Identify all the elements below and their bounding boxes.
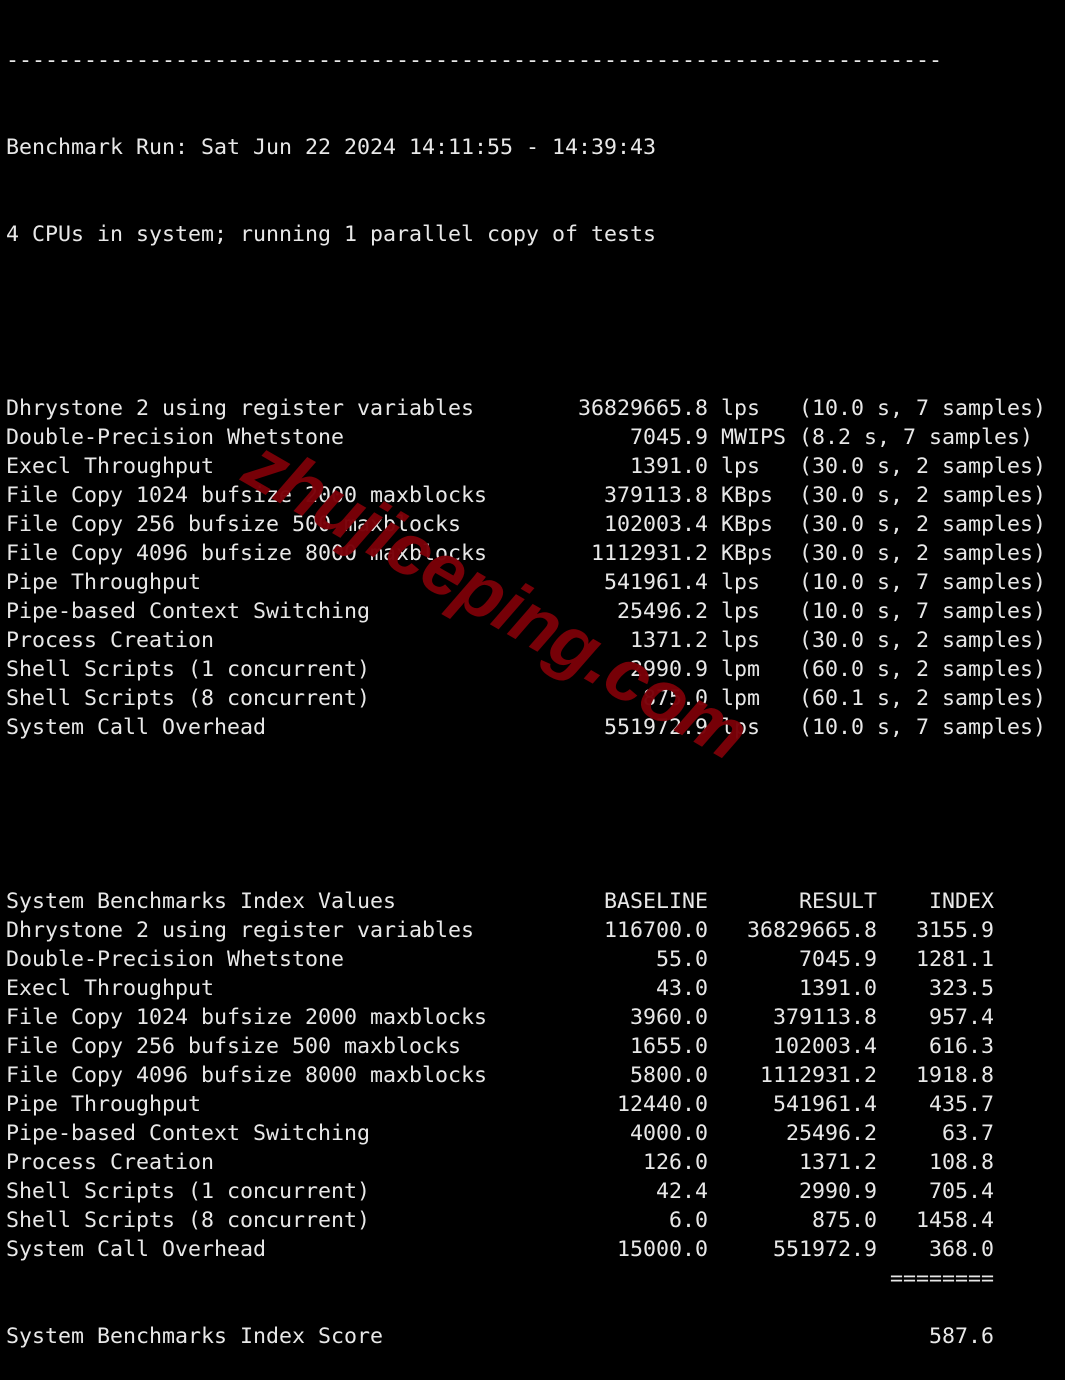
index-header-row: System Benchmarks Index Values BASELINE … bbox=[6, 889, 995, 914]
index-row: Pipe-based Context Switching 4000.0 2549… bbox=[6, 1121, 995, 1146]
benchmark-run-line: Benchmark Run: Sat Jun 22 2024 14:11:55 … bbox=[6, 135, 657, 160]
index-score-row: System Benchmarks Index Score 587.6 bbox=[6, 1324, 995, 1349]
terminal-output: ----------------------------------------… bbox=[6, 0, 1046, 1380]
result-row: Double-Precision Whetstone 7045.9 MWIPS … bbox=[6, 425, 1034, 450]
index-total-rule: ======== bbox=[6, 1266, 995, 1291]
separator-line: ----------------------------------------… bbox=[6, 48, 943, 73]
index-row: File Copy 1024 bufsize 2000 maxblocks 39… bbox=[6, 1005, 995, 1030]
result-row: File Copy 4096 bufsize 8000 maxblocks 11… bbox=[6, 541, 1047, 566]
result-row: File Copy 1024 bufsize 2000 maxblocks 37… bbox=[6, 483, 1047, 508]
result-row: Shell Scripts (8 concurrent) 875.0 lpm (… bbox=[6, 686, 1047, 711]
result-row: Execl Throughput 1391.0 lps (30.0 s, 2 s… bbox=[6, 454, 1047, 479]
index-row: File Copy 4096 bufsize 8000 maxblocks 58… bbox=[6, 1063, 995, 1088]
index-row: Shell Scripts (8 concurrent) 6.0 875.0 1… bbox=[6, 1208, 995, 1233]
index-row: Process Creation 126.0 1371.2 108.8 bbox=[6, 1150, 995, 1175]
index-blank bbox=[6, 1293, 1046, 1322]
result-row: File Copy 256 bufsize 500 maxblocks 1020… bbox=[6, 512, 1047, 537]
index-row: Shell Scripts (1 concurrent) 42.4 2990.9… bbox=[6, 1179, 995, 1204]
index-row: Execl Throughput 43.0 1391.0 323.5 bbox=[6, 976, 995, 1001]
index-row: File Copy 256 bufsize 500 maxblocks 1655… bbox=[6, 1034, 995, 1059]
cpu-info-line: 4 CPUs in system; running 1 parallel cop… bbox=[6, 222, 657, 247]
result-row: System Call Overhead 551972.9 lps (10.0 … bbox=[6, 715, 1047, 740]
index-row: Double-Precision Whetstone 55.0 7045.9 1… bbox=[6, 947, 995, 972]
index-row: System Call Overhead 15000.0 551972.9 36… bbox=[6, 1237, 995, 1262]
index-row: Dhrystone 2 using register variables 116… bbox=[6, 918, 995, 943]
index-row: Pipe Throughput 12440.0 541961.4 435.7 bbox=[6, 1092, 995, 1117]
result-row: Dhrystone 2 using register variables 368… bbox=[6, 396, 1047, 421]
index-table: System Benchmarks Index Values BASELINE … bbox=[6, 887, 1046, 1351]
